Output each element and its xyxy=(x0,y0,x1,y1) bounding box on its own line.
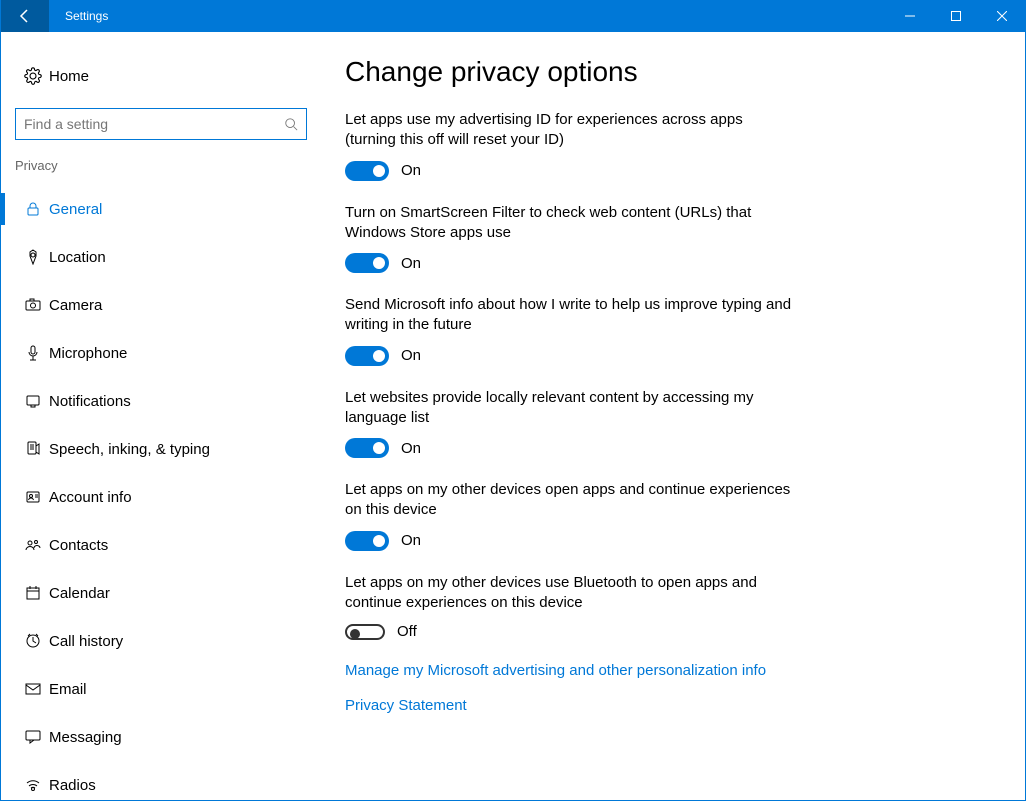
messaging-icon xyxy=(17,729,49,745)
toggle-state-label: Off xyxy=(397,623,417,640)
sidebar: Home Find a setting Privacy General Locat… xyxy=(1,32,321,801)
speech-icon xyxy=(17,441,49,457)
radios-icon xyxy=(17,777,49,793)
toggle-state-label: On xyxy=(401,440,421,457)
toggle-state-label: On xyxy=(401,347,421,364)
account-icon xyxy=(17,489,49,505)
sidebar-item-label: General xyxy=(49,201,102,218)
setting-block: Turn on SmartScreen Filter to check web … xyxy=(345,203,985,274)
setting-description: Let websites provide locally relevant co… xyxy=(345,388,795,429)
setting-block: Let apps on my other devices use Bluetoo… xyxy=(345,573,985,641)
window-title: Settings xyxy=(49,9,887,23)
search-icon xyxy=(284,117,298,131)
sidebar-item-location[interactable]: Location xyxy=(1,233,321,281)
home-label: Home xyxy=(49,68,89,85)
sidebar-item-speech-inking-typing[interactable]: Speech, inking, & typing xyxy=(1,425,321,473)
sidebar-item-general[interactable]: General xyxy=(1,185,321,233)
toggle-switch[interactable] xyxy=(345,161,389,181)
sidebar-item-label: Calendar xyxy=(49,585,110,602)
sidebar-item-label: Notifications xyxy=(49,393,131,410)
sidebar-item-calendar[interactable]: Calendar xyxy=(1,569,321,617)
sidebar-item-label: Radios xyxy=(49,777,96,794)
toggle-state-label: On xyxy=(401,162,421,179)
setting-block: Let apps use my advertising ID for exper… xyxy=(345,110,985,181)
lock-icon xyxy=(17,201,49,217)
sidebar-item-label: Microphone xyxy=(49,345,127,362)
section-label: Privacy xyxy=(1,158,321,173)
sidebar-item-account-info[interactable]: Account info xyxy=(1,473,321,521)
sidebar-item-label: Messaging xyxy=(49,729,122,746)
page-title: Change privacy options xyxy=(345,56,985,88)
toggle-switch[interactable] xyxy=(345,624,385,640)
callhistory-icon xyxy=(17,633,49,649)
setting-description: Let apps on my other devices open apps a… xyxy=(345,480,795,521)
setting-description: Send Microsoft info about how I write to… xyxy=(345,295,795,336)
sidebar-item-label: Speech, inking, & typing xyxy=(49,441,210,458)
sidebar-item-notifications[interactable]: Notifications xyxy=(1,377,321,425)
sidebar-item-label: Location xyxy=(49,249,106,266)
location-icon xyxy=(17,249,49,265)
back-button[interactable] xyxy=(1,0,49,32)
notifications-icon xyxy=(17,393,49,409)
toggle-state-label: On xyxy=(401,532,421,549)
setting-block: Send Microsoft info about how I write to… xyxy=(345,295,985,366)
setting-description: Turn on SmartScreen Filter to check web … xyxy=(345,203,795,244)
minimize-button[interactable] xyxy=(887,0,933,32)
microphone-icon xyxy=(17,345,49,361)
contacts-icon xyxy=(17,537,49,553)
toggle-switch[interactable] xyxy=(345,438,389,458)
sidebar-item-radios[interactable]: Radios xyxy=(1,761,321,809)
sidebar-item-messaging[interactable]: Messaging xyxy=(1,713,321,761)
toggle-switch[interactable] xyxy=(345,253,389,273)
sidebar-item-label: Camera xyxy=(49,297,102,314)
sidebar-item-label: Email xyxy=(49,681,87,698)
sidebar-item-label: Call history xyxy=(49,633,123,650)
setting-block: Let websites provide locally relevant co… xyxy=(345,388,985,459)
main-content: Change privacy options Let apps use my a… xyxy=(321,32,1025,801)
link[interactable]: Privacy Statement xyxy=(345,697,985,714)
camera-icon xyxy=(17,297,49,313)
toggle-state-label: On xyxy=(401,255,421,272)
toggle-switch[interactable] xyxy=(345,531,389,551)
toggle-switch[interactable] xyxy=(345,346,389,366)
sidebar-item-label: Account info xyxy=(49,489,132,506)
setting-description: Let apps on my other devices use Bluetoo… xyxy=(345,573,795,614)
close-button[interactable] xyxy=(979,0,1025,32)
sidebar-item-call-history[interactable]: Call history xyxy=(1,617,321,665)
search-input[interactable]: Find a setting xyxy=(15,108,307,140)
link[interactable]: Manage my Microsoft advertising and othe… xyxy=(345,662,985,679)
sidebar-item-contacts[interactable]: Contacts xyxy=(1,521,321,569)
gear-icon xyxy=(17,67,49,85)
maximize-button[interactable] xyxy=(933,0,979,32)
titlebar: Settings xyxy=(1,0,1025,32)
sidebar-item-label: Contacts xyxy=(49,537,108,554)
email-icon xyxy=(17,681,49,697)
search-placeholder: Find a setting xyxy=(24,116,108,132)
setting-block: Let apps on my other devices open apps a… xyxy=(345,480,985,551)
sidebar-item-camera[interactable]: Camera xyxy=(1,281,321,329)
calendar-icon xyxy=(17,585,49,601)
setting-description: Let apps use my advertising ID for exper… xyxy=(345,110,795,151)
sidebar-item-microphone[interactable]: Microphone xyxy=(1,329,321,377)
sidebar-item-email[interactable]: Email xyxy=(1,665,321,713)
home-button[interactable]: Home xyxy=(1,52,321,100)
